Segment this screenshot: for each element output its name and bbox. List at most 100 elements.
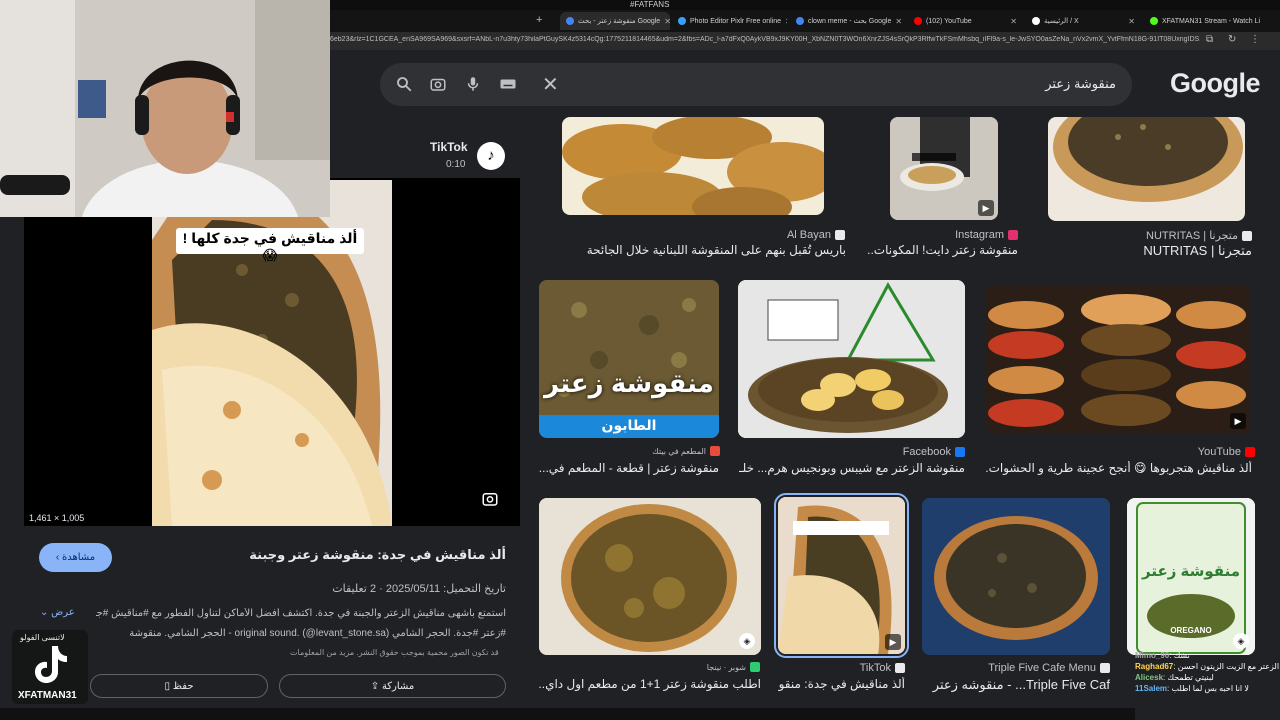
reload-icon[interactable]: ↻: [1228, 34, 1236, 45]
search-icon[interactable]: [394, 75, 414, 95]
preview-description-line-1: استمتع بأشهى مناقيش الزعتر والجبنة في جد…: [96, 608, 506, 619]
result-source-1[interactable]: Instagram: [920, 229, 1018, 241]
show-more-link[interactable]: ⌄ عرض: [40, 607, 75, 618]
result-image-4[interactable]: [738, 280, 965, 438]
source-favicon: [1242, 230, 1252, 241]
x-icon: [1032, 17, 1040, 25]
instagram-icon: [1008, 230, 1018, 240]
result-image-8[interactable]: [922, 498, 1110, 655]
result-image-2[interactable]: [1048, 117, 1245, 221]
share-icon: ⇪: [370, 681, 382, 692]
new-tab-button[interactable]: +: [536, 14, 542, 26]
chat-message: Raghad67: الزعتر مع الزيت الزيتون احسن: [1135, 662, 1280, 671]
stream-follow-text: لاتنسى الفولو: [20, 633, 65, 642]
result-source-8[interactable]: Triple Five Cafe Menu: [986, 662, 1110, 674]
copyright-notice[interactable]: قد تكون الصور محمية بموجب حقوق النشر. مز…: [290, 648, 499, 657]
facebook-icon: [955, 447, 965, 457]
lens-search-icon[interactable]: [481, 490, 499, 508]
preview-platform[interactable]: TikTok: [430, 140, 468, 154]
tab-google-search[interactable]: منقوشة زعتر - بحث Google ✕: [560, 12, 670, 30]
result-source-6[interactable]: شوبر · نينجا: [670, 662, 760, 672]
youtube-icon: [914, 17, 922, 25]
tag-icon: ◈: [739, 633, 755, 649]
pixlr-icon: [678, 17, 686, 25]
stream-logo: لاتنسى الفولو XFATMAN31: [12, 630, 88, 704]
chat-message: Alicesk: لبنيتي تطمحك: [1135, 673, 1214, 682]
result-image-7-selected[interactable]: ▶: [774, 493, 909, 658]
result-image-3[interactable]: منقوشة زعتر الطابون: [539, 280, 719, 438]
result-title-0[interactable]: باريس تُقبل بنهم على المنقوشة اللبنانية …: [562, 243, 846, 257]
close-icon[interactable]: ✕: [1124, 17, 1135, 26]
chat-message: Mimo_90: تشك: [1135, 651, 1190, 660]
tab-youtube[interactable]: (102) YouTube ✕: [908, 12, 1023, 30]
search-box[interactable]: ✕ منقوشة زعتر: [380, 63, 1132, 106]
result-image-5[interactable]: ▶: [986, 285, 1250, 433]
preview-description-line-2: #زعتر #جدة. الحجر الشامي (levant_stone.s…: [129, 628, 506, 639]
video-play-icon: ▶: [1230, 413, 1246, 429]
video-play-icon: ▶: [978, 200, 994, 216]
result-title-3[interactable]: منقوشة زعتر | قطعة - المطعم في...: [539, 461, 719, 475]
keyboard-icon[interactable]: [498, 75, 518, 95]
result-image-9[interactable]: منقوشة زعتر OREGANO ◈: [1127, 498, 1255, 655]
image-dimensions: 1,461 × 1,005: [29, 513, 85, 523]
tab-x[interactable]: الرئيسية / X ✕: [1026, 12, 1141, 30]
result-source-0[interactable]: Al Bayan: [680, 229, 845, 241]
tiktok-icon[interactable]: ♪: [477, 142, 505, 170]
google-icon: [566, 17, 574, 25]
google-logo[interactable]: Google: [1170, 68, 1261, 99]
comment-count: 2 تعليقات: [332, 583, 377, 595]
close-icon[interactable]: ✕: [781, 17, 787, 26]
preview-meta: تاريخ التحميل: 2025/05/11 · 2 تعليقات: [332, 583, 506, 595]
webcam-overlay: [0, 0, 330, 217]
result-source-2[interactable]: متجرنا | NUTRITAS: [1110, 229, 1252, 242]
tag-icon: ◈: [1233, 633, 1249, 649]
upload-date: 2025/05/11: [385, 583, 441, 595]
chevron-down-icon: ⌄: [40, 607, 52, 618]
url-text: 6eb23&rlz=1C1GCEA_enSA969SA969&sxsrf=ANb…: [330, 36, 1200, 43]
screen: #FATFANS + منقوشة زعتر - بحث Google ✕ Ph…: [0, 0, 1280, 720]
source-favicon: [710, 446, 720, 456]
result-source-3[interactable]: المطعم في بيتك: [590, 446, 720, 456]
search-query[interactable]: منقوشة زعتر: [1045, 76, 1116, 92]
tab-kick-stream[interactable]: XFATMAN31 Stream - Watch Li: [1144, 12, 1269, 30]
stream-name: XFATMAN31: [18, 690, 77, 701]
preview-title[interactable]: ألذ مناقيش في جدة: منقوشة زعتر وجبنة: [86, 547, 506, 563]
result-image-0[interactable]: [562, 117, 824, 215]
taskbar: [0, 708, 1135, 720]
microphone-icon[interactable]: [463, 75, 483, 95]
result-source-7[interactable]: TikTok: [857, 662, 905, 674]
clear-icon[interactable]: ✕: [542, 72, 559, 97]
tab-clown-meme[interactable]: clown meme - بحث Google ✕: [790, 12, 905, 30]
result-image-6[interactable]: ◈: [539, 498, 761, 655]
lens-icon[interactable]: [428, 75, 448, 95]
kick-icon: [1150, 17, 1158, 25]
youtube-icon: [1245, 447, 1255, 457]
result-title-7[interactable]: ألذ مناقيش في جدة: منقو...: [778, 677, 905, 691]
video-play-icon: ▶: [885, 634, 901, 650]
tab-pixlr[interactable]: Photo Editor Pixlr Free online ✕: [672, 12, 787, 30]
menu-icon[interactable]: ⋮: [1250, 34, 1260, 45]
result-title-4[interactable]: منقوشة الزعتر مع شيبس وبونجيس هرم... خلـ…: [738, 461, 965, 475]
result-title-5[interactable]: ألذ مناقيش هتجربوها 😋 أنجح عجينة طرية و …: [986, 461, 1252, 475]
close-icon[interactable]: ✕: [1006, 17, 1017, 26]
preview-image[interactable]: ألذ مناقيش في جدة كلها !😱: [152, 180, 392, 526]
save-button[interactable]: ▯ حفظ: [90, 674, 268, 698]
result-title-1[interactable]: منقوشة زعتر دايت! المكونات...: [868, 243, 1018, 257]
extensions-icon[interactable]: ⧉: [1206, 34, 1213, 45]
close-icon[interactable]: ✕: [891, 17, 902, 26]
result-source-5[interactable]: YouTube: [1195, 446, 1255, 458]
product-label: منقوشة زعتر: [1142, 563, 1240, 580]
result-title-6[interactable]: اطلب منقوشة زعتر 1+1 من مطعم اول داي...: [539, 677, 761, 691]
result-image-1[interactable]: ▶: [890, 117, 998, 220]
source-favicon: [750, 662, 760, 672]
stream-chat: Mimo_90: تشك Raghad67: الزعتر مع الزيت ا…: [1135, 650, 1280, 720]
result-title-8[interactable]: Triple Five Caf... - منقوشه زعتر: [922, 677, 1110, 693]
window-title: #FATFANS: [630, 0, 670, 9]
result-source-4[interactable]: Facebook: [895, 446, 965, 458]
overlay-subtitle: الطابون: [601, 417, 657, 433]
bookmark-icon: ▯: [164, 681, 173, 692]
close-icon[interactable]: ✕: [660, 17, 670, 26]
overlay-title: منقوشة زعتر: [544, 368, 714, 398]
result-title-2[interactable]: متجرنا | NUTRITAS: [1040, 243, 1252, 259]
share-button[interactable]: ⇪ مشاركة: [279, 674, 506, 698]
